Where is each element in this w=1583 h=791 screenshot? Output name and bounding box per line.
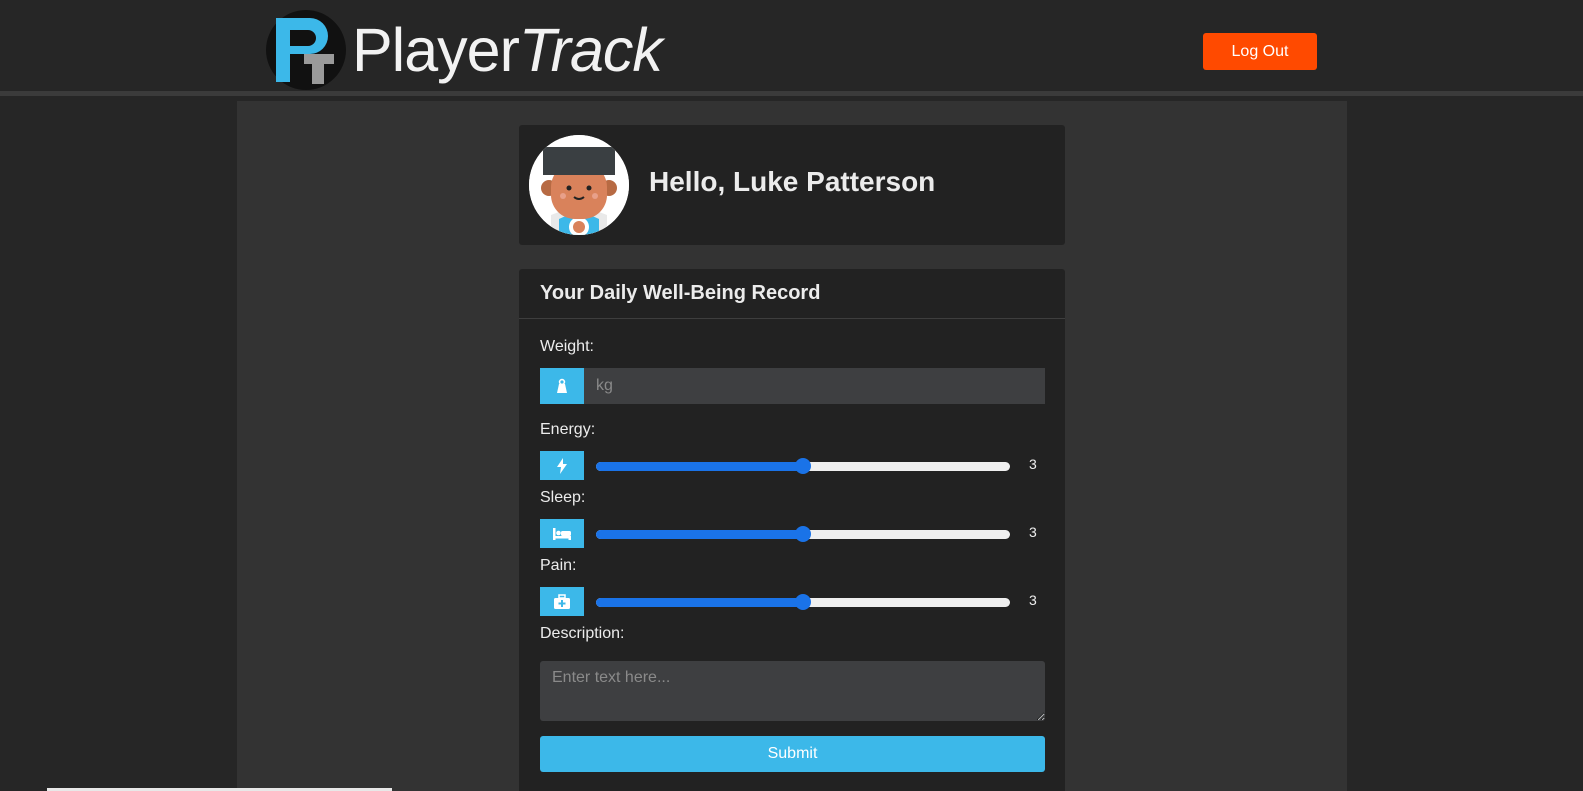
energy-value: 3: [1029, 456, 1037, 472]
brand-name: PlayerTrack: [352, 10, 663, 90]
bolt-icon: [540, 451, 584, 480]
weight-icon: [540, 368, 584, 404]
energy-slider-thumb[interactable]: [795, 458, 811, 474]
submit-button[interactable]: Submit: [540, 736, 1045, 772]
pain-slider-thumb[interactable]: [795, 594, 811, 610]
player-avatar: [529, 135, 629, 235]
wellbeing-form-card: Your Daily Well-Being Record Weight: Ene…: [519, 269, 1065, 791]
form-title: Your Daily Well-Being Record: [519, 269, 1065, 319]
greeting: Hello, Luke Patterson: [649, 166, 936, 197]
brand-name-plain: Player: [352, 16, 520, 84]
description-textarea[interactable]: [540, 661, 1045, 721]
weight-input[interactable]: [584, 368, 1045, 404]
top-navbar: PlayerTrack Log Out: [0, 0, 1583, 96]
sleep-slider-fill: [596, 530, 803, 539]
pain-label: Pain:: [540, 557, 577, 574]
sleep-label: Sleep:: [540, 489, 586, 506]
description-label: Description:: [540, 625, 625, 642]
bed-icon: [540, 519, 584, 548]
brand-name-italic: Track: [518, 16, 663, 84]
pain-slider-fill: [596, 598, 803, 607]
pain-addon: [540, 587, 584, 616]
energy-addon: [540, 451, 584, 480]
avatar-illustration: [529, 135, 629, 235]
weight-input-group: [540, 368, 1045, 404]
pain-value: 3: [1029, 592, 1037, 608]
medkit-icon: [540, 587, 584, 616]
sleep-slider-thumb[interactable]: [795, 526, 811, 542]
energy-slider-fill: [596, 462, 803, 471]
brand[interactable]: PlayerTrack: [266, 10, 663, 90]
weight-label: Weight:: [540, 338, 594, 355]
playertrack-logo-icon: [266, 10, 346, 90]
sleep-value: 3: [1029, 524, 1037, 540]
sleep-addon: [540, 519, 584, 548]
energy-label: Energy:: [540, 421, 596, 438]
logout-button[interactable]: Log Out: [1203, 33, 1317, 70]
profile-card: Hello, Luke Patterson: [519, 125, 1065, 245]
